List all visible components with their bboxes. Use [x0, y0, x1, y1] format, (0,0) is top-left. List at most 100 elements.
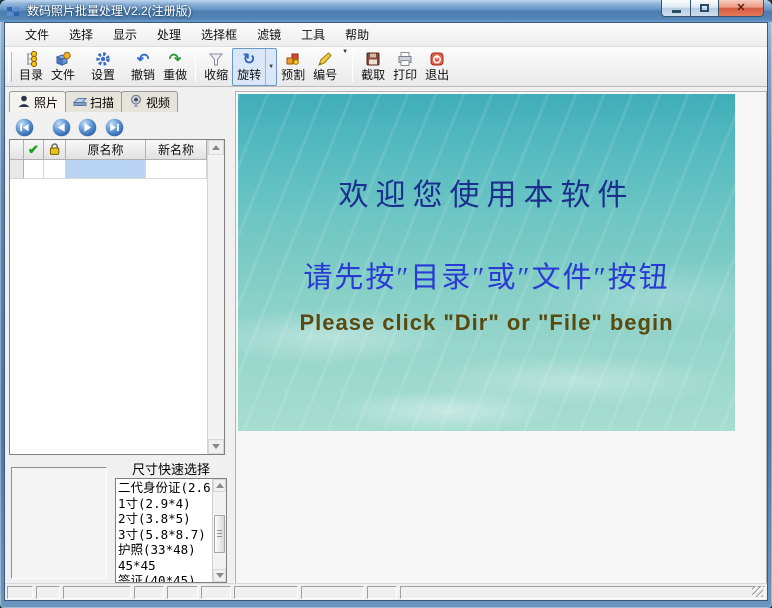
menu-item-file[interactable]: 文件 — [15, 23, 59, 46]
status-panel — [301, 586, 364, 599]
size-list-scrollbar[interactable] — [212, 479, 226, 582]
menu-item-selection-box[interactable]: 选择框 — [191, 23, 247, 46]
capture-button[interactable]: 截取 — [357, 49, 389, 85]
toolbar-label: 重做 — [163, 68, 187, 82]
menu-item-display[interactable]: 显示 — [103, 23, 147, 46]
toolbar-label: 旋转 — [237, 68, 261, 82]
exit-button[interactable]: 退出 — [421, 49, 453, 85]
thumbnail-preview-box — [11, 467, 107, 579]
scroll-up-button[interactable] — [213, 479, 226, 492]
original-name-cell[interactable] — [66, 160, 146, 179]
row-indicator-header[interactable] — [10, 140, 24, 160]
new-name-cell[interactable] — [146, 160, 207, 179]
photo-person-icon — [17, 94, 31, 111]
settings-button[interactable]: 设置 — [87, 49, 119, 85]
status-panel — [167, 586, 198, 599]
table-vertical-scrollbar[interactable] — [207, 140, 224, 454]
rotate-button[interactable]: ↻ 旋转 — [233, 49, 265, 85]
shrink-button[interactable]: 收缩 — [200, 49, 232, 85]
triangle-down-icon — [212, 444, 220, 449]
scrollbar-thumb[interactable] — [214, 515, 225, 553]
app-window: 数码照片批量处理V2.2(注册版) ✕ 文件 选择 显示 处理 选择框 滤镜 工… — [0, 0, 772, 608]
tab-label: 照片 — [34, 94, 58, 111]
toolbar-label: 目录 — [19, 68, 43, 82]
capture-icon — [364, 51, 382, 68]
close-button[interactable]: ✕ — [719, 0, 764, 17]
tab-scan[interactable]: 扫描 — [65, 91, 122, 112]
toolbar-separator — [352, 52, 353, 82]
rotate-dropdown-button[interactable]: ▼ — [265, 49, 276, 85]
rotate-icon: ↻ — [243, 51, 256, 68]
size-list-item[interactable]: 3寸(5.8*8.7) — [118, 527, 211, 543]
resize-grip[interactable] — [752, 586, 763, 597]
scroll-up-button[interactable] — [208, 140, 224, 155]
status-panel — [201, 586, 231, 599]
number-dropdown-button[interactable]: ▼ — [342, 49, 348, 55]
row-indicator-cell[interactable] — [10, 160, 24, 179]
file-icon — [54, 51, 72, 68]
tab-label: 扫描 — [90, 94, 114, 111]
window-controls: ✕ — [661, 0, 764, 17]
source-tabs: 照片 扫描 视频 — [9, 91, 177, 112]
titlebar[interactable]: 数码照片批量处理V2.2(注册版) ✕ — [0, 0, 772, 22]
menu-item-process[interactable]: 处理 — [147, 23, 191, 46]
toolbar-label: 设置 — [91, 68, 115, 82]
toolbar-label: 截取 — [361, 68, 385, 82]
scroll-down-button[interactable] — [208, 439, 224, 454]
selected-column-header[interactable]: ✔ — [24, 140, 44, 160]
minimize-button[interactable] — [661, 0, 691, 17]
lock-cell[interactable] — [44, 160, 66, 179]
precut-button[interactable]: 预割 — [277, 49, 309, 85]
undo-button[interactable]: ↶ 撤销 — [127, 49, 159, 85]
status-bar — [5, 583, 767, 600]
tab-video[interactable]: 视频 — [121, 91, 178, 112]
menu-item-filter[interactable]: 滤镜 — [247, 23, 291, 46]
redo-icon: ↷ — [169, 51, 182, 68]
lock-icon — [47, 141, 62, 159]
file-button[interactable]: 文件 — [47, 49, 79, 85]
number-button[interactable]: 编号 — [309, 49, 341, 85]
print-button[interactable]: 打印 — [389, 49, 421, 85]
status-panel — [7, 586, 33, 599]
status-panel — [63, 586, 131, 599]
new-name-column-header[interactable]: 新名称 — [146, 140, 207, 160]
next-photo-button[interactable] — [78, 118, 97, 137]
maximize-button[interactable] — [691, 0, 719, 17]
size-list-item[interactable]: 二代身份证(2.6 — [118, 480, 211, 496]
size-list-item[interactable]: 护照(33*48) — [118, 542, 211, 558]
last-photo-button[interactable] — [105, 118, 124, 137]
settings-gear-icon — [94, 51, 112, 68]
size-list-item[interactable]: 1寸(2.9*4) — [118, 496, 211, 512]
size-list-item[interactable]: 2寸(3.8*5) — [118, 511, 211, 527]
selected-cell[interactable] — [24, 160, 44, 179]
menu-item-select[interactable]: 选择 — [59, 23, 103, 46]
toolbar-label: 打印 — [393, 68, 417, 82]
chevron-down-icon: ▼ — [268, 64, 274, 70]
window-title: 数码照片批量处理V2.2(注册版) — [27, 0, 192, 22]
status-panel — [367, 586, 397, 599]
minimize-icon — [672, 10, 681, 13]
precut-icon — [284, 51, 302, 68]
size-list-item[interactable]: 签证(40*45) — [118, 573, 211, 583]
redo-button[interactable]: ↷ 重做 — [159, 49, 191, 85]
maximize-icon — [700, 4, 709, 12]
previous-photo-button[interactable] — [52, 118, 71, 137]
size-list-item[interactable]: 45*45 — [118, 558, 211, 574]
toolbar-label: 文件 — [51, 68, 75, 82]
menu-item-tools[interactable]: 工具 — [291, 23, 335, 46]
first-photo-button[interactable] — [15, 118, 34, 137]
lock-column-header[interactable] — [44, 140, 66, 160]
main-canvas-area: 欢迎您使用本软件 请先按″目录″或″文件″按钮 Please click "Di… — [235, 91, 767, 585]
menu-item-help[interactable]: 帮助 — [335, 23, 379, 46]
scroll-down-button[interactable] — [213, 569, 226, 582]
number-pencil-icon — [316, 51, 334, 68]
toolbar-grip[interactable] — [8, 52, 12, 82]
close-icon: ✕ — [736, 3, 745, 14]
tab-label: 视频 — [146, 94, 170, 111]
client-area: 文件 选择 显示 处理 选择框 滤镜 工具 帮助 目录 文件 — [4, 22, 768, 601]
tab-photo[interactable]: 照片 — [9, 91, 66, 112]
directory-button[interactable]: 目录 — [15, 49, 47, 85]
original-name-column-header[interactable]: 原名称 — [66, 140, 146, 160]
photo-navigation — [15, 117, 124, 137]
welcome-photo: 欢迎您使用本软件 请先按″目录″或″文件″按钮 Please click "Di… — [238, 94, 735, 431]
